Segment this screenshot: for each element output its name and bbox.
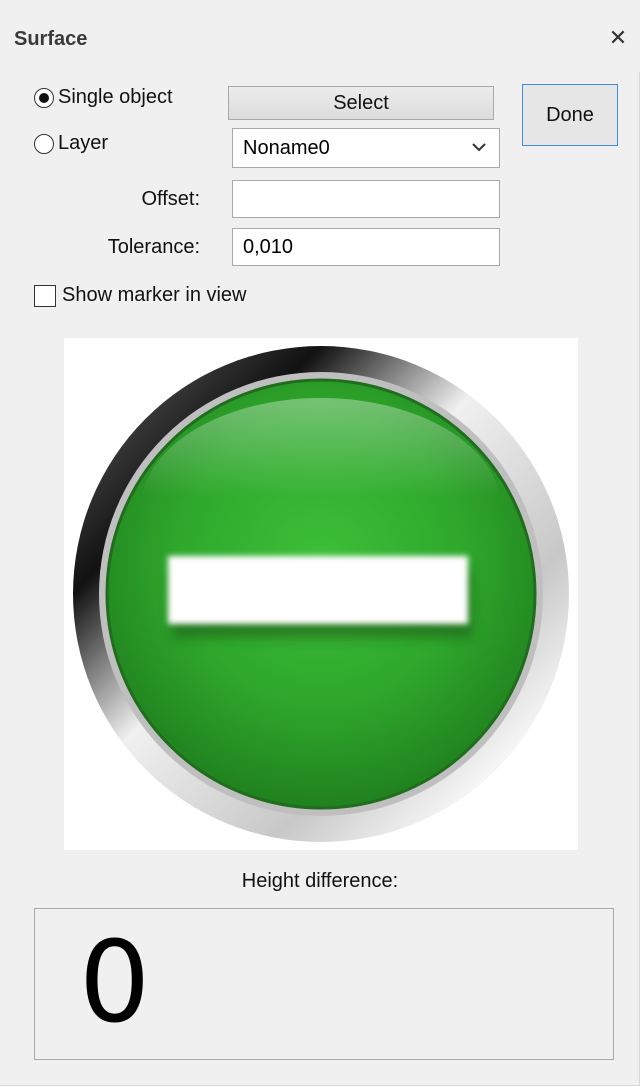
layer-label: Layer	[58, 132, 109, 154]
show-marker-label: Show marker in view	[62, 284, 247, 306]
radio-checked-icon[interactable]	[34, 87, 54, 108]
surface-dialog: Surface ✕ Single object Layer Select Don…	[0, 0, 640, 1086]
window-title: Surface	[14, 28, 88, 50]
status-image-panel	[64, 338, 578, 850]
done-button[interactable]: Done	[522, 84, 618, 146]
offset-input[interactable]	[232, 180, 500, 218]
radio-unchecked-icon[interactable]	[34, 133, 54, 154]
show-marker-checkbox[interactable]: Show marker in view	[34, 284, 247, 307]
offset-label: Offset:	[141, 188, 200, 210]
layer-radio[interactable]: Layer	[34, 132, 108, 155]
single-object-label: Single object	[58, 86, 173, 108]
title-bar: Surface ✕	[0, 0, 640, 72]
tolerance-label: Tolerance:	[107, 236, 200, 258]
layer-dropdown-value: Noname0	[243, 136, 330, 159]
height-difference-value: 0	[79, 918, 151, 1048]
select-button[interactable]: Select	[228, 86, 494, 120]
chevron-down-icon	[472, 143, 486, 152]
checkbox-icon[interactable]	[34, 284, 56, 307]
height-difference-label: Height difference:	[241, 870, 399, 892]
no-entry-icon	[73, 346, 569, 842]
tolerance-input[interactable]: 0,010	[232, 228, 500, 266]
single-object-radio[interactable]: Single object	[34, 86, 173, 109]
close-icon[interactable]: ✕	[604, 24, 632, 52]
layer-dropdown[interactable]: Noname0	[232, 128, 500, 168]
height-difference-display: 0	[34, 908, 614, 1060]
